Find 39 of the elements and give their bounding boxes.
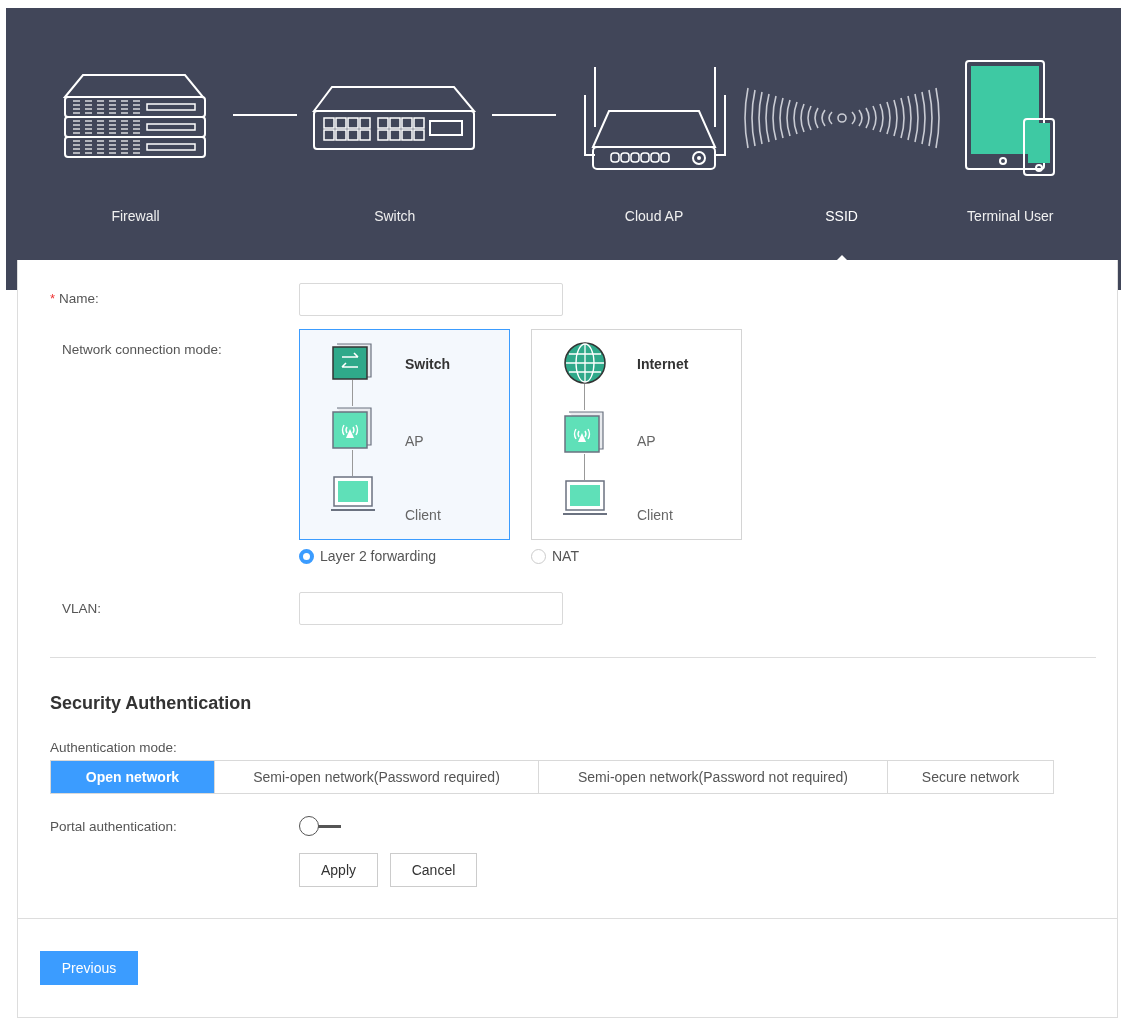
step-label[interactable]: Terminal User xyxy=(967,206,1054,227)
vlan-label: VLAN: xyxy=(62,601,102,616)
radio-option[interactable]: Layer 2 forwarding xyxy=(299,546,510,567)
connector-line xyxy=(233,114,298,116)
toggle-switch[interactable] xyxy=(299,816,341,836)
globe-icon xyxy=(563,342,606,384)
required-asterisk: * xyxy=(50,290,56,309)
step-label[interactable]: SSID xyxy=(825,206,858,227)
access-point-icon xyxy=(331,406,374,450)
field-label: Network connection mode: xyxy=(62,342,222,357)
switch-icon xyxy=(311,85,478,151)
field-label: Authentication mode: xyxy=(50,740,177,755)
router-icon xyxy=(581,65,728,171)
step-label[interactable]: Cloud AP xyxy=(624,206,684,227)
step-label[interactable]: Firewall xyxy=(111,206,160,227)
laptop-icon xyxy=(562,480,607,516)
section-title: Security Authentication xyxy=(50,692,253,715)
device-label: Client xyxy=(405,506,442,525)
mode-card[interactable]: Internet AP Client xyxy=(531,329,742,540)
device-label: Client xyxy=(637,506,674,525)
tablet-phone-icon xyxy=(964,59,1057,177)
device-label: Switch xyxy=(405,355,451,374)
wifi-signal-icon xyxy=(743,87,940,149)
radio-option[interactable]: NAT xyxy=(531,546,742,567)
device-label: AP xyxy=(405,432,425,451)
step-label[interactable]: Switch xyxy=(374,206,416,227)
access-point-icon xyxy=(563,410,606,454)
field-label: Portal authentication: xyxy=(50,819,177,834)
laptop-icon xyxy=(330,476,375,512)
name-input[interactable] xyxy=(299,282,563,316)
device-label: AP xyxy=(637,432,657,451)
mode-card[interactable]: Switch AP Client xyxy=(299,329,510,540)
name-label: Name: xyxy=(59,289,99,308)
action-button[interactable]: Apply xyxy=(299,853,378,887)
connector-line xyxy=(492,114,557,116)
switch-icon xyxy=(331,342,374,380)
device-label: Internet xyxy=(637,355,689,374)
vlan-input[interactable] xyxy=(299,591,563,625)
action-button[interactable]: Cancel xyxy=(390,853,477,887)
